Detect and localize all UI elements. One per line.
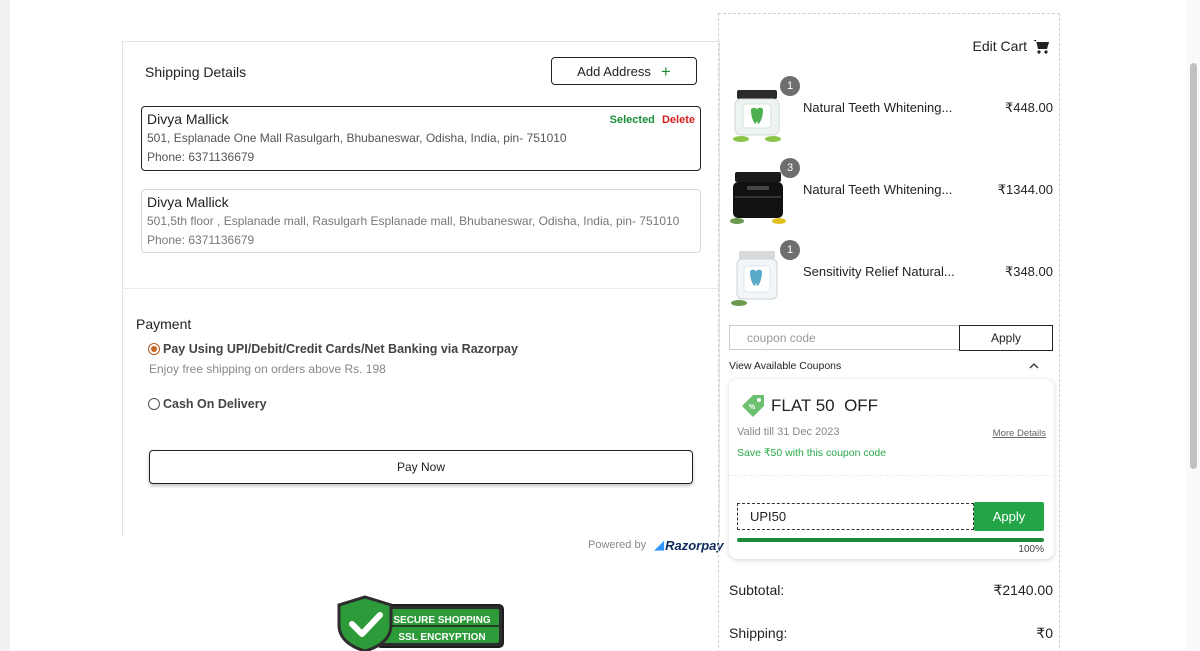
razorpay-mark-icon: ◢ [654,537,665,552]
left-gutter [0,0,10,651]
shipping-title: Shipping Details [145,64,247,80]
badge-line1: SECURE SHOPPING [393,615,490,626]
product-name: Sensitivity Relief Natural... [803,264,955,279]
radio-selected[interactable] [148,343,160,355]
razorpay-wordmark: Razorpay [665,537,724,553]
address-card-selected[interactable]: Divya Mallick 501, Esplanade One Mall Ra… [141,106,701,171]
product-price: ₹348.00 [1004,264,1053,279]
pay-now-button[interactable]: Pay Now [149,450,693,484]
powered-by-razorpay: Powered by ◢ Razorpay [588,537,724,553]
view-available-coupons-toggle[interactable]: View Available Coupons [729,360,1039,372]
address-phone: Phone: 6371136679 [147,233,255,247]
shipping-card: Shipping Details Add Address + Divya Mal… [122,41,720,536]
product-jar-clear-icon [731,251,778,306]
quantity-badge: 1 [780,240,800,260]
product-jar-white-icon [733,90,781,142]
address-phone: Phone: 6371136679 [147,150,255,164]
subtotal-row: Subtotal: ₹2140.00 [729,582,1053,599]
shipping-cost-row: Shipping: ₹0 [729,625,1053,642]
secure-shopping-badge: SECURE SHOPPING SSL ENCRYPTION [337,595,504,651]
coupon-savings: Save ₹50 with this coupon code [737,447,887,459]
quantity-badge: 1 [780,76,800,96]
address-name: Divya Mallick [147,194,229,210]
view-coupons-label: View Available Coupons [729,360,842,372]
coupon-progress-bar [737,538,1044,542]
payment-title: Payment [136,316,192,332]
delete-address-link[interactable]: Delete [662,114,695,126]
address-card[interactable]: Divya Mallick 501,5th floor , Esplanade … [141,189,701,253]
product-jar-black-icon [730,172,786,224]
quantity-badge: 3 [780,158,800,178]
cart-panel: Edit Cart 1 Natural Teeth Whitening... ₹… [718,13,1060,651]
payment-option-cod[interactable]: Cash On Delivery [148,397,267,411]
cart-item: 3 Natural Teeth Whitening... ₹1344.00 [729,158,1053,226]
selected-badge: Selected [609,114,655,126]
coupon-tag-icon: % [742,395,764,417]
product-price: ₹1344.00 [997,182,1053,197]
section-divider [123,288,719,289]
coupon-validity: Valid till 31 Dec 2023 [737,426,840,438]
more-details-link[interactable]: More Details [993,428,1046,439]
powered-by-label: Powered by [588,539,647,551]
free-shipping-note: Enjoy free shipping on orders above Rs. … [149,362,386,376]
svg-text:%: % [749,404,756,411]
payment-option-label: Cash On Delivery [163,397,267,411]
product-price: ₹448.00 [1004,100,1053,115]
coupon-header: % FLAT 50 OFF [741,394,878,418]
add-address-label: Add Address [577,63,651,79]
shipping-cost-label: Shipping: [729,625,788,641]
address-line: 501,5th floor , Esplanade mall, Rasulgar… [147,214,680,228]
edit-cart-label: Edit Cart [972,38,1027,54]
subtotal-value: ₹2140.00 [993,582,1053,598]
radio-unselected[interactable] [148,398,160,410]
coupon-card: % FLAT 50 OFF Valid till 31 Dec 2023 Mor… [729,379,1054,559]
checkout-page: Shipping Details Add Address + Divya Mal… [0,0,1200,651]
product-name: Natural Teeth Whitening... [803,182,953,197]
coupon-apply-button[interactable]: Apply [959,325,1053,351]
payment-option-razorpay[interactable]: Pay Using UPI/Debit/Credit Cards/Net Ban… [148,342,518,356]
plus-icon: + [660,61,671,81]
razorpay-logo: ◢ Razorpay [654,537,724,553]
coupon-divider [729,475,1054,476]
address-tags: Selected Delete [610,114,695,126]
page-scrollbar[interactable] [1186,0,1200,651]
cart-icon [1033,39,1049,54]
add-address-button[interactable]: Add Address + [551,57,697,85]
edit-cart-link[interactable]: Edit Cart [973,38,1049,54]
applied-coupon-apply-button[interactable]: Apply [974,502,1044,531]
scrollbar-thumb[interactable] [1190,63,1197,469]
cart-item: 1 Natural Teeth Whitening... ₹448.00 [729,76,1053,144]
payment-option-label: Pay Using UPI/Debit/Credit Cards/Net Ban… [163,342,518,356]
address-line: 501, Esplanade One Mall Rasulgarh, Bhuba… [147,131,567,145]
coupon-progress-fill [737,538,1044,542]
cart-item: 1 Sensitivity Relief Natural... ₹348.00 [729,240,1053,308]
subtotal-label: Subtotal: [729,582,785,598]
coupon-progress-label: 100% [1018,544,1044,555]
coupon-code-input[interactable] [729,325,959,350]
product-name: Natural Teeth Whitening... [803,100,953,115]
coupon-title: FLAT 50 OFF [771,396,879,415]
applied-coupon-input[interactable] [737,503,974,530]
shipping-cost-value: ₹0 [1036,625,1053,641]
chevron-up-icon [1029,363,1039,369]
badge-line2: SSL ENCRYPTION [398,632,485,643]
